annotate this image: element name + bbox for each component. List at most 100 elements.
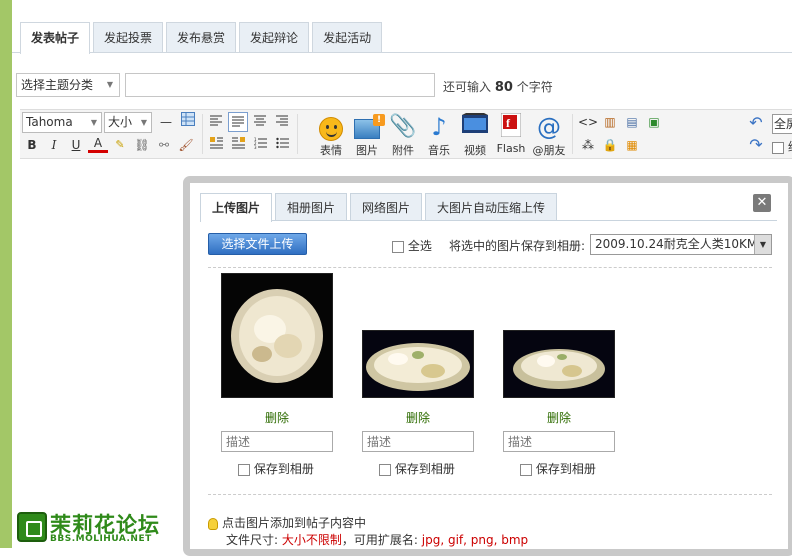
video-button[interactable]: 视频 [458,113,492,158]
float-right-icon[interactable] [228,135,248,155]
ordered-list-icon[interactable]: 123 [250,135,270,155]
toolbar-separator [297,114,298,154]
attachment-button[interactable]: 📎 附件 [386,113,420,158]
save-to-album-toggle[interactable]: 保存到相册 [379,460,455,477]
upload-image-dialog: 上传图片 相册图片 网络图片 大图片自动压缩上传 ✕ 选择文件上传 全选 将选中… [183,176,792,556]
close-icon[interactable]: ✕ [753,194,771,212]
chevron-down-icon: ▼ [754,235,771,254]
align-right-icon[interactable] [272,112,292,132]
tab-start-activity[interactable]: 发起活动 [312,22,383,53]
usage-tip: 点击图片添加到帖子内容中 [208,514,366,531]
link-icon[interactable]: ⛓ [132,135,152,155]
save-to-album-checkbox[interactable] [520,463,532,476]
dialog-tabs-divider [200,220,777,221]
category-select[interactable]: 选择主题分类 ▼ [16,73,120,97]
tab-auto-compress-upload[interactable]: 大图片自动压缩上传 [425,193,558,221]
redo-icon[interactable]: ↷ [746,135,766,155]
lightbulb-icon [208,517,218,530]
align-justify-icon[interactable] [228,112,248,132]
fullscreen-button[interactable]: 全屏 [772,114,792,134]
upload-dialog-tabs: 上传图片 相册图片 网络图片 大图片自动压缩上传 [200,193,560,222]
choose-file-button[interactable]: 选择文件上传 [208,233,307,255]
hide-content-icon[interactable]: ▥ [600,112,620,132]
select-all-checkbox[interactable] [392,240,404,253]
dashed-divider [208,494,772,495]
category-select-value: 选择主题分类 [21,78,94,92]
unordered-list-icon[interactable] [272,135,292,155]
mention-friend-button[interactable]: @ @朋友 [532,113,566,158]
save-to-album-checkbox[interactable] [379,463,391,476]
tab-start-poll[interactable]: 发起投票 [93,22,164,53]
image-icon [354,113,385,139]
save-to-album-checkbox[interactable] [238,463,250,476]
lock-icon[interactable]: 🔒 [600,135,620,155]
allowed-extensions: jpg, gif, png, bmp [421,533,529,547]
align-left-icon[interactable] [206,112,226,132]
font-size-select[interactable]: 大小 ▼ [104,112,152,133]
title-input[interactable] [125,73,435,97]
save-to-album-toggle[interactable]: 保存到相册 [238,460,314,477]
flash-icon: f [494,112,528,141]
emoticon-button[interactable]: 表情 [314,113,348,158]
char-count-hint: 还可输入 80 个字符 [443,80,553,95]
forum-watermark-logo: 茉莉花论坛 BBS.MOLIHUA.NET [17,512,179,546]
music-button[interactable]: ♪ 音乐 [422,113,456,158]
table-icon[interactable] [178,112,198,132]
tab-post-reward[interactable]: 发布悬赏 [166,22,237,53]
select-all-toggle[interactable]: 全选 [392,237,432,254]
insert-box-icon[interactable]: ▣ [644,112,664,132]
forum-url: BBS.MOLIHUA.NET [50,534,152,544]
formula-icon[interactable]: ⁂ [578,135,598,155]
delete-photo-link[interactable]: 删除 [221,409,333,426]
file-size-limit: 大小不限制 [281,533,342,547]
photo-description-input[interactable] [221,431,333,452]
plain-text-toggle[interactable]: 纯文 [772,138,792,155]
svg-text:3: 3 [254,145,257,149]
italic-icon[interactable]: I [44,135,64,155]
post-type-tabs: 发表帖子 发起投票 发布悬赏 发起辩论 发起活动 [20,22,385,54]
photo-description-input[interactable] [503,431,615,452]
photo-thumbnail[interactable] [503,330,615,398]
bold-icon[interactable]: B [22,135,42,155]
quote-icon[interactable]: ▤ [622,112,642,132]
delete-photo-link[interactable]: 删除 [362,409,474,426]
photo-thumbnail[interactable] [221,273,333,398]
tabs-divider [12,52,792,53]
tab-web-image[interactable]: 网络图片 [350,193,423,221]
editor-toolbar: Tahoma ▼ 大小 ▼ — B I U A ✎ ⛓ ⚯ 🖌 1 2 3 表情… [20,109,792,159]
highlight-icon[interactable]: ✎ [110,135,130,155]
free-content-icon[interactable]: ▦ [622,135,642,155]
delete-photo-link[interactable]: 删除 [503,409,615,426]
unlink-icon[interactable]: ⚯ [154,135,174,155]
video-icon [458,113,492,141]
tab-upload-image[interactable]: 上传图片 [200,193,273,222]
logo-icon [17,512,47,542]
align-center-icon[interactable] [250,112,270,132]
save-to-album-toggle[interactable]: 保存到相册 [520,460,596,477]
horizontal-rule-icon[interactable]: — [156,112,176,132]
dashed-divider [208,267,772,268]
tab-start-debate[interactable]: 发起辩论 [239,22,310,53]
plain-text-checkbox[interactable] [772,141,784,154]
font-color-icon[interactable]: A [88,135,108,153]
save-to-album-label: 将选中的图片保存到相册: [449,239,586,253]
at-icon: @ [537,113,561,141]
photo-description-input[interactable] [362,431,474,452]
clear-format-icon[interactable]: 🖌 [176,135,196,155]
undo-icon[interactable]: ↶ [746,113,766,133]
tab-post-topic[interactable]: 发表帖子 [20,22,91,54]
font-family-select[interactable]: Tahoma ▼ [22,112,102,133]
flash-button[interactable]: f Flash [494,112,528,155]
image-button[interactable]: 图片 [350,113,385,158]
tab-album-image[interactable]: 相册图片 [275,193,348,221]
photo-thumbnail[interactable] [362,330,474,398]
code-icon[interactable]: <> [578,112,598,132]
post-editor-page: 发表帖子 发起投票 发布悬赏 发起辩论 发起活动 选择主题分类 ▼ 还可输入 8… [12,0,792,556]
album-select[interactable]: 2009.10.24耐克全人类10KM ▼ [590,234,772,255]
float-left-icon[interactable] [206,135,226,155]
chevron-down-icon: ▼ [140,118,147,127]
chevron-down-icon: ▼ [106,80,113,89]
underline-icon[interactable]: U [66,135,86,155]
chevron-down-icon: ▼ [90,118,97,127]
left-accent-bar [0,0,12,548]
